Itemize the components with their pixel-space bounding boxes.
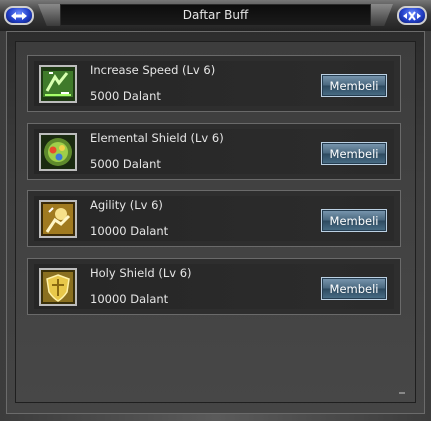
buff-name: Agility (Lv 6) — [90, 198, 163, 212]
buff-price: 10000 Dalant — [90, 292, 169, 306]
buff-item-elemental-shield: Elemental Shield (Lv 6) 5000 Dalant Memb… — [27, 123, 401, 180]
elemental-orb-icon — [39, 133, 77, 171]
buy-button[interactable]: Membeli — [321, 142, 387, 165]
buy-button[interactable]: Membeli — [321, 277, 387, 300]
buff-price: 5000 Dalant — [90, 89, 161, 103]
buff-list: Increase Speed (Lv 6) 5000 Dalant Membel… — [15, 41, 416, 403]
buff-name: Holy Shield (Lv 6) — [90, 266, 192, 280]
buff-item-increase-speed: Increase Speed (Lv 6) 5000 Dalant Membel… — [27, 55, 401, 112]
buff-price: 10000 Dalant — [90, 224, 169, 238]
buy-button[interactable]: Membeli — [321, 209, 387, 232]
resize-grip[interactable] — [399, 392, 405, 394]
title-ornament-right — [371, 4, 393, 26]
buff-name: Elemental Shield (Lv 6) — [90, 131, 224, 145]
buff-price: 5000 Dalant — [90, 157, 161, 171]
speed-icon — [39, 65, 77, 103]
title-bar[interactable]: Daftar Buff — [0, 0, 431, 31]
buy-button[interactable]: Membeli — [321, 74, 387, 97]
agility-icon — [39, 200, 77, 238]
title-ornament-left — [38, 4, 60, 26]
swap-arrows-icon[interactable] — [4, 6, 34, 25]
buff-list-window: Daftar Buff Increase Speed (Lv 6) 5000 D… — [0, 0, 431, 421]
holy-shield-icon — [39, 268, 77, 306]
window-frame: Increase Speed (Lv 6) 5000 Dalant Membel… — [6, 31, 425, 414]
window-title: Daftar Buff — [182, 8, 249, 22]
title-plate: Daftar Buff — [60, 4, 371, 26]
buff-name: Increase Speed (Lv 6) — [90, 63, 216, 77]
buff-item-holy-shield: Holy Shield (Lv 6) 10000 Dalant Membeli — [27, 258, 401, 315]
close-x-icon[interactable] — [397, 6, 427, 25]
buff-item-agility: Agility (Lv 6) 10000 Dalant Membeli — [27, 190, 401, 247]
